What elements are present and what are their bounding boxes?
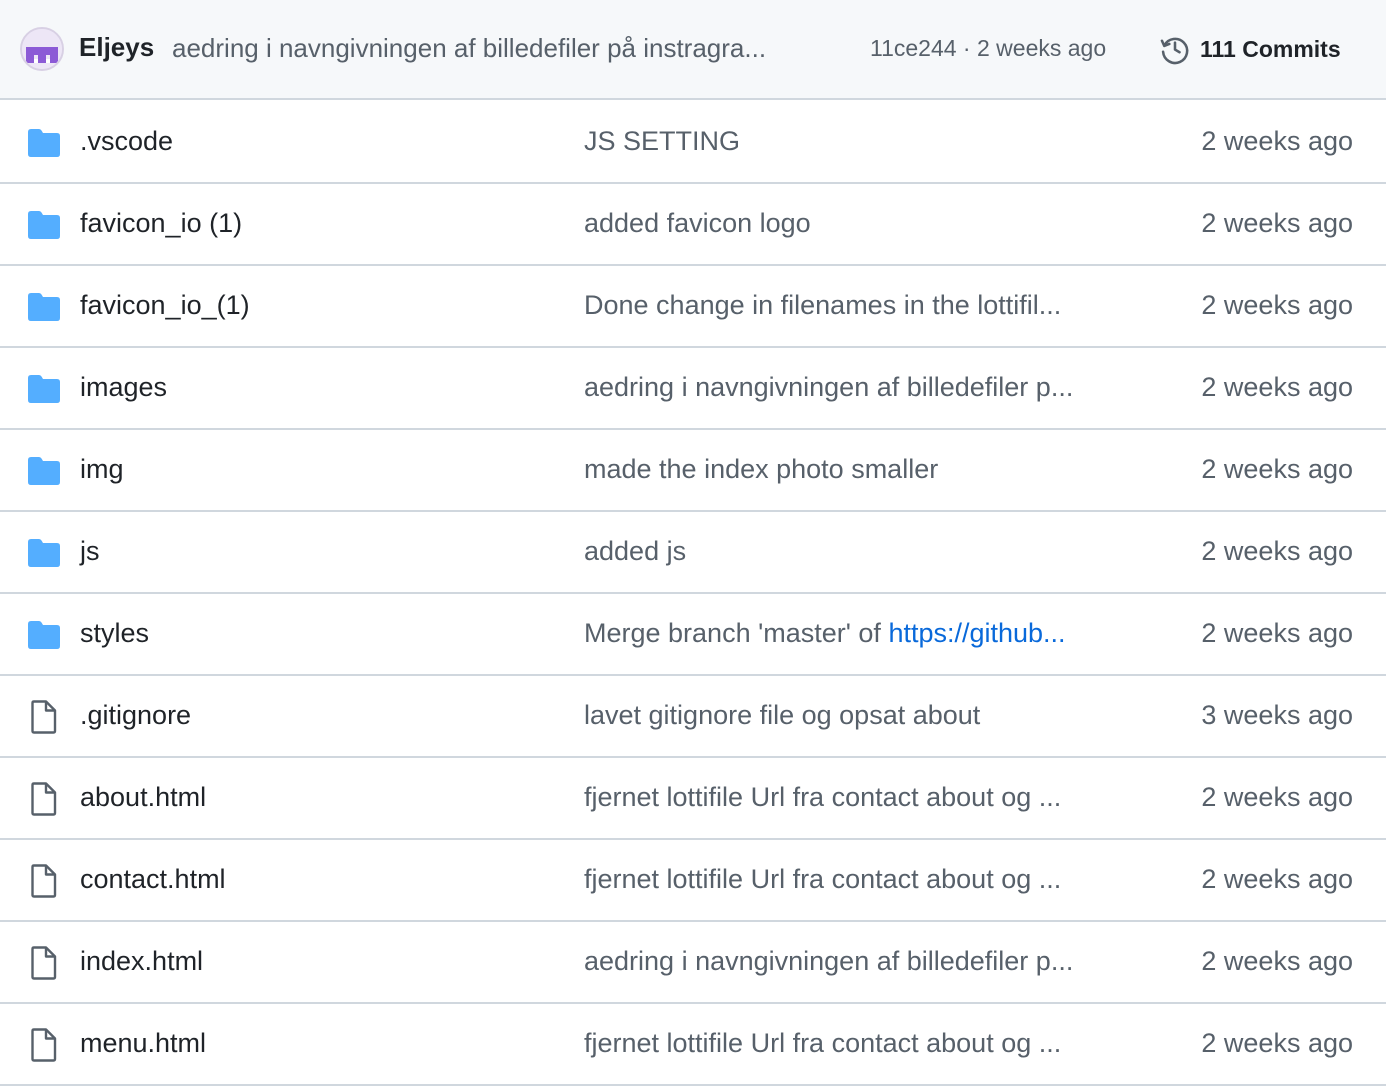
- file-icon: [26, 782, 62, 816]
- file-row[interactable]: favicon_io (1) added favicon logo 2 weeks …: [0, 184, 1386, 266]
- history-icon: [1160, 37, 1189, 65]
- commit-message-text: aedring i navngivningen af billedefiler …: [584, 946, 1074, 976]
- commit-message-text: fjernet lottifile Url fra contact about …: [584, 864, 1062, 894]
- commit-author[interactable]: Eljeys: [79, 32, 154, 63]
- file-row[interactable]: about.html fjernet lottifile Url fra cont…: [0, 758, 1386, 840]
- folder-icon: [26, 126, 62, 160]
- commit-time: 2 weeks ago: [977, 35, 1107, 61]
- commit-message[interactable]: Done change in filenames in the lottifil…: [584, 290, 1114, 321]
- file-name[interactable]: .vscode: [80, 126, 173, 157]
- commit-message[interactable]: aedring i navngivningen af billedefiler …: [584, 946, 1114, 977]
- commit-message[interactable]: fjernet lottifile Url fra contact about …: [584, 782, 1114, 813]
- folder-icon: [26, 536, 62, 570]
- commit-sha[interactable]: 11ce244: [870, 35, 957, 61]
- folder-icon: [26, 618, 62, 652]
- file-row[interactable]: contact.html fjernet lottifile Url fra co…: [0, 840, 1386, 922]
- file-name[interactable]: img: [80, 454, 124, 485]
- commit-age: 2 weeks ago: [1201, 1028, 1353, 1058]
- file-name[interactable]: images: [80, 372, 167, 403]
- file-row[interactable]: menu.html fjernet lottifile Url fra conta…: [0, 1004, 1386, 1086]
- commit-message[interactable]: made the index photo smaller: [584, 454, 1114, 485]
- file-name[interactable]: styles: [80, 618, 149, 649]
- folder-icon: [26, 372, 62, 406]
- commit-message-link[interactable]: https://github...: [888, 618, 1065, 648]
- commit-age: 2 weeks ago: [1201, 782, 1353, 812]
- folder-icon: [26, 208, 62, 242]
- file-row[interactable]: styles Merge branch 'master' of https://g…: [0, 594, 1386, 676]
- commit-age: 2 weeks ago: [1201, 372, 1353, 402]
- file-row[interactable]: js added js 2 weeks ago: [0, 512, 1386, 594]
- file-row[interactable]: .gitignore lavet gitignore file og opsat …: [0, 676, 1386, 758]
- commit-message-text: Done change in filenames in the lottifil…: [584, 290, 1062, 320]
- commit-message-text: Merge branch 'master' of: [584, 618, 889, 648]
- commit-age: 2 weeks ago: [1201, 536, 1353, 566]
- commit-message[interactable]: fjernet lottifile Url fra contact about …: [584, 864, 1114, 895]
- file-icon: [26, 700, 62, 734]
- file-icon: [26, 864, 62, 898]
- file-name[interactable]: js: [80, 536, 100, 567]
- file-row[interactable]: images aedring i navngivningen af billede…: [0, 348, 1386, 430]
- file-row[interactable]: index.html aedring i navngivningen af bil…: [0, 922, 1386, 1004]
- folder-icon: [26, 454, 62, 488]
- commit-message[interactable]: Merge branch 'master' of https://github.…: [584, 618, 1114, 649]
- commit-message-text: made the index photo smaller: [584, 454, 939, 484]
- file-name[interactable]: menu.html: [80, 1028, 206, 1059]
- file-icon: [26, 946, 62, 980]
- commit-age: 2 weeks ago: [1201, 618, 1353, 648]
- file-row[interactable]: img made the index photo smaller 2 weeks a…: [0, 430, 1386, 512]
- file-row[interactable]: favicon_io_(1) Done change in filenames i…: [0, 266, 1386, 348]
- commit-message[interactable]: added favicon logo: [584, 208, 1114, 239]
- commit-message[interactable]: lavet gitignore file og opsat about: [584, 700, 1114, 731]
- commit-age: 2 weeks ago: [1201, 208, 1353, 238]
- commits-link[interactable]: 111 Commits: [1158, 30, 1341, 68]
- commit-meta: 11ce244 · 2 weeks ago: [870, 35, 1106, 62]
- commit-age: 2 weeks ago: [1201, 126, 1353, 156]
- commit-message-text: added js: [584, 536, 687, 566]
- file-row[interactable]: .vscode JS SETTING 2 weeks ago: [0, 102, 1386, 184]
- commit-age: 2 weeks ago: [1201, 946, 1353, 976]
- folder-icon: [26, 290, 62, 324]
- meta-separator: ·: [956, 35, 977, 61]
- file-name[interactable]: about.html: [80, 782, 206, 813]
- file-name[interactable]: .gitignore: [80, 700, 191, 731]
- file-name[interactable]: favicon_io_(1): [80, 290, 250, 321]
- commit-message-text: aedring i navngivningen af billedefiler …: [584, 372, 1074, 402]
- avatar-icon: [22, 29, 62, 69]
- commit-message-text: lavet gitignore file og opsat about: [584, 700, 981, 730]
- commit-age: 2 weeks ago: [1201, 864, 1353, 894]
- commit-message[interactable]: added js: [584, 536, 1114, 567]
- commit-message-text: JS SETTING: [584, 126, 741, 156]
- file-name[interactable]: index.html: [80, 946, 203, 977]
- commit-message[interactable]: fjernet lottifile Url fra contact about …: [584, 1028, 1114, 1059]
- commit-message-text: fjernet lottifile Url fra contact about …: [584, 1028, 1062, 1058]
- commit-message[interactable]: aedring i navngivningen af billedefiler …: [584, 372, 1114, 403]
- commit-message-text: fjernet lottifile Url fra contact about …: [584, 782, 1062, 812]
- latest-commit-bar: Eljeys aedring i navngivningen af billed…: [0, 0, 1386, 100]
- commit-message-text: added favicon logo: [584, 208, 811, 238]
- commits-count: 111 Commits: [1200, 35, 1341, 62]
- avatar[interactable]: [20, 27, 64, 71]
- commit-age: 3 weeks ago: [1201, 700, 1353, 730]
- latest-commit-message[interactable]: aedring i navngivningen af billedefiler …: [172, 33, 840, 64]
- commit-message[interactable]: JS SETTING: [584, 126, 1114, 157]
- commit-age: 2 weeks ago: [1201, 290, 1353, 320]
- file-name[interactable]: favicon_io (1): [80, 208, 242, 239]
- commit-age: 2 weeks ago: [1201, 454, 1353, 484]
- file-icon: [26, 1028, 62, 1062]
- file-name[interactable]: contact.html: [80, 864, 226, 895]
